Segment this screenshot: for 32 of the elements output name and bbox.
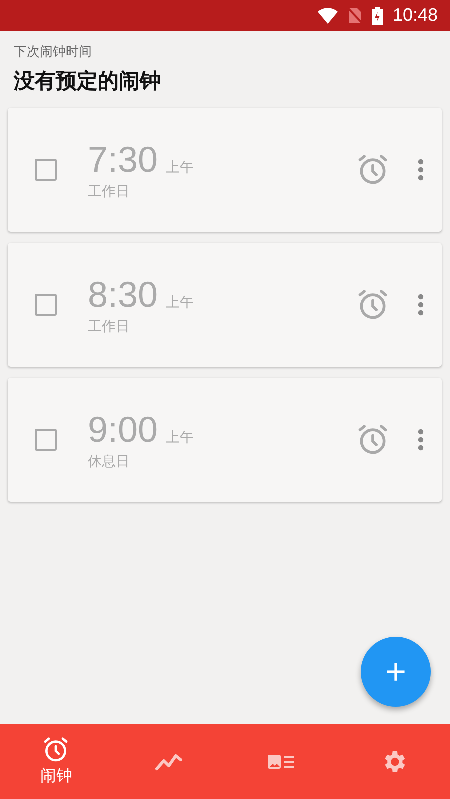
more-options-icon[interactable] (418, 429, 424, 451)
image-list-icon (267, 754, 296, 770)
no-sim-icon (348, 7, 362, 24)
alarm-period: 上午 (166, 159, 194, 177)
battery-charging-icon (372, 6, 383, 24)
add-alarm-button[interactable]: + (361, 637, 431, 707)
alarm-time: 9:00 (88, 409, 158, 451)
alarm-checkbox[interactable] (35, 159, 57, 181)
line-chart-icon (154, 752, 183, 772)
alarm-time: 8:30 (88, 274, 158, 316)
next-alarm-title: 没有预定的闹钟 (14, 68, 162, 95)
status-time: 10:48 (392, 5, 438, 26)
alarm-clock-icon[interactable] (356, 153, 390, 187)
alarm-clock-icon[interactable] (356, 288, 390, 322)
more-options-icon[interactable] (418, 159, 424, 181)
alarm-period: 上午 (166, 294, 194, 312)
alarm-repeat: 休息日 (88, 453, 131, 471)
alarm-checkbox[interactable] (35, 429, 57, 451)
alarm-card[interactable]: 8:30 上午 工作日 (8, 243, 442, 367)
alarm-card[interactable]: 7:30 上午 工作日 (8, 108, 442, 232)
more-options-icon[interactable] (418, 294, 424, 316)
alarm-clock-icon[interactable] (42, 736, 70, 764)
alarm-period: 上午 (166, 429, 194, 447)
alarm-repeat: 工作日 (88, 183, 131, 201)
alarm-checkbox[interactable] (35, 294, 57, 316)
wifi-icon (318, 8, 338, 24)
alarm-time: 7:30 (88, 139, 158, 181)
alarm-card[interactable]: 9:00 上午 休息日 (8, 378, 442, 502)
alarm-repeat: 工作日 (88, 318, 131, 336)
alarm-clock-icon[interactable] (356, 423, 390, 457)
nav-tab[interactable]: 闹钟 (0, 724, 112, 799)
next-alarm-label: 下次闹钟时间 (14, 44, 93, 61)
